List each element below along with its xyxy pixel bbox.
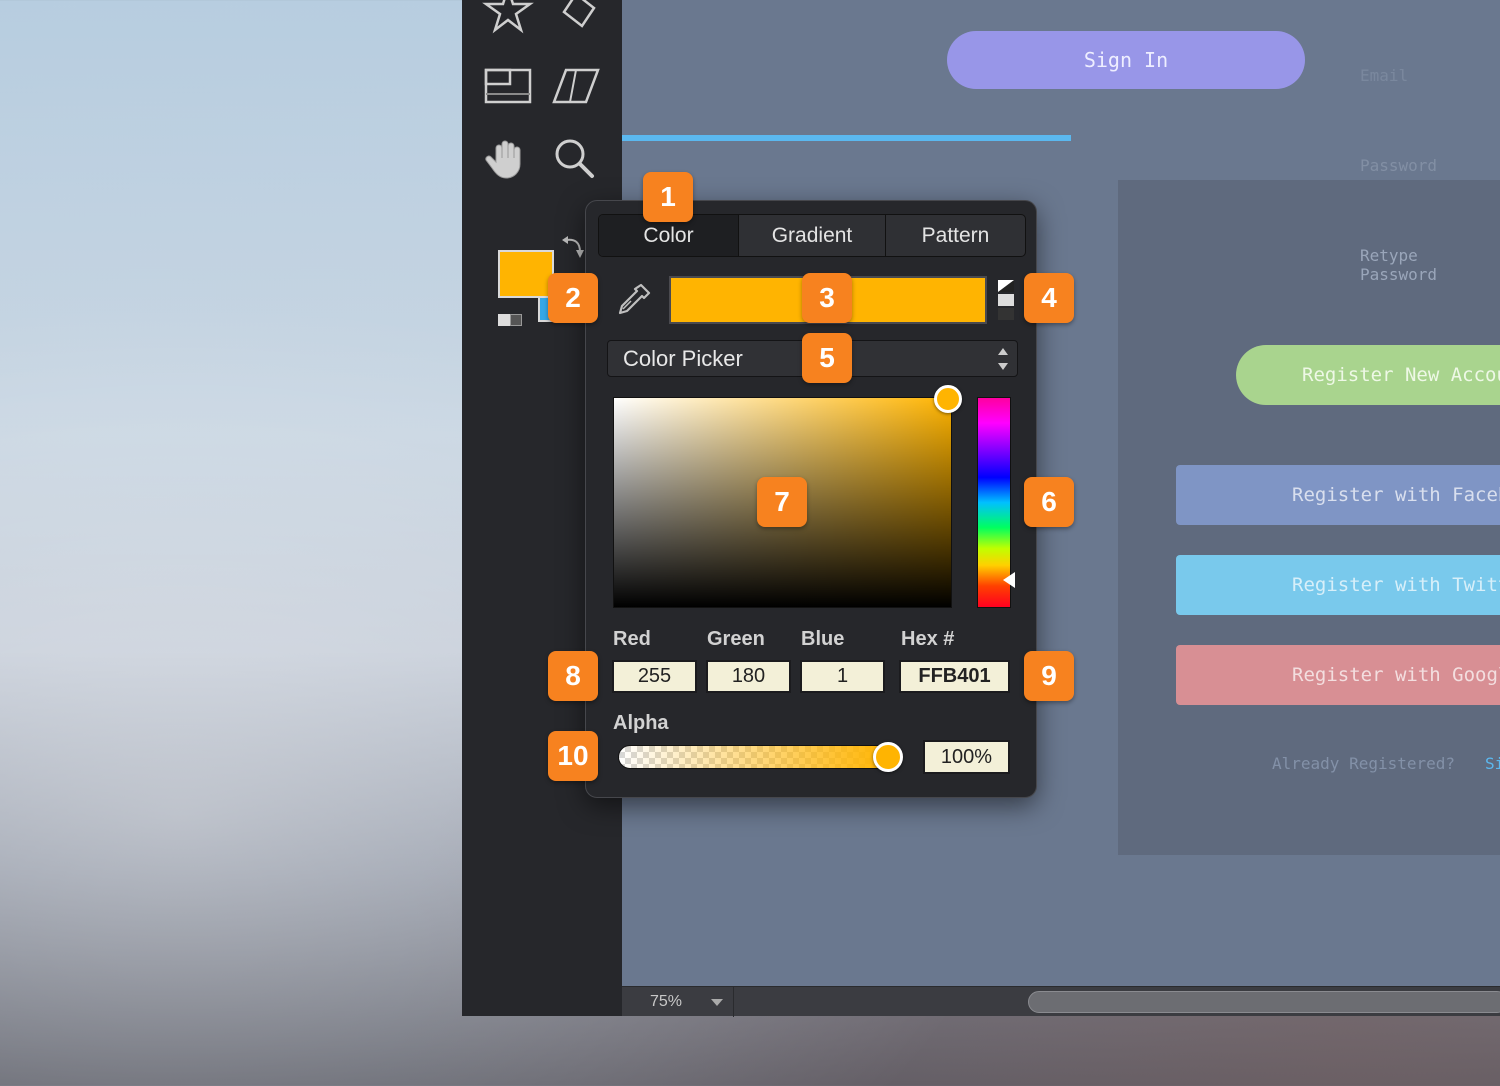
picker-mode-value: Color Picker xyxy=(623,346,743,371)
tab-pattern[interactable]: Pattern xyxy=(886,215,1025,256)
register-new-account-button[interactable]: Register New Account xyxy=(1236,345,1500,405)
frame-tool-icon[interactable] xyxy=(482,60,534,112)
callout-1: 1 xyxy=(643,172,693,222)
zoom-value: 75% xyxy=(650,993,683,1010)
already-registered-text: Already Registered? xyxy=(1272,754,1456,773)
status-bar: 75% xyxy=(622,986,1500,1017)
star-tool-icon[interactable] xyxy=(482,0,534,36)
callout-5: 5 xyxy=(802,333,852,383)
green-label: Green xyxy=(707,628,765,650)
eyedropper-icon[interactable] xyxy=(613,281,653,321)
blue-input[interactable]: 1 xyxy=(800,660,885,693)
callout-10: 10 xyxy=(548,731,598,781)
callout-8: 8 xyxy=(548,651,598,701)
red-label: Red xyxy=(613,628,651,650)
alpha-input[interactable]: 100% xyxy=(923,740,1010,774)
callout-7: 7 xyxy=(757,477,807,527)
alpha-slider-handle[interactable] xyxy=(873,742,903,772)
zoom-tool-icon[interactable] xyxy=(548,132,600,184)
signin-button[interactable]: Sign In xyxy=(947,31,1305,89)
foreground-color-swatch[interactable] xyxy=(498,250,554,298)
tab-gradient[interactable]: Gradient xyxy=(739,215,886,256)
password-field[interactable]: Password xyxy=(1360,156,1437,175)
blue-label: Blue xyxy=(801,628,845,650)
email-field[interactable]: Email xyxy=(1360,66,1408,85)
updown-chevron-icon xyxy=(998,348,1008,370)
transform-tool-icon[interactable] xyxy=(550,60,602,112)
callout-2: 2 xyxy=(548,273,598,323)
red-input[interactable]: 255 xyxy=(612,660,697,693)
reset-colors-icon[interactable] xyxy=(498,314,522,326)
register-twitter-button[interactable]: Register with Twitter xyxy=(1176,555,1500,615)
hex-input[interactable]: FFB401 xyxy=(899,660,1010,693)
callout-4: 4 xyxy=(1024,273,1074,323)
zoom-select[interactable]: 75% xyxy=(622,987,734,1017)
register-google-button[interactable]: Register with Google xyxy=(1176,645,1500,705)
selection-guide-line xyxy=(622,135,1071,141)
register-facebook-button[interactable]: Register with Facebook xyxy=(1176,465,1500,525)
polygon-tool-icon[interactable] xyxy=(550,0,602,36)
alpha-label: Alpha xyxy=(613,712,669,734)
callout-6: 6 xyxy=(1024,477,1074,527)
hue-slider-handle[interactable] xyxy=(1003,572,1015,588)
retype-password-field[interactable]: Retype Password xyxy=(1360,246,1500,284)
swatch-mode-icon[interactable] xyxy=(997,279,1015,321)
alpha-slider[interactable] xyxy=(618,745,890,769)
swap-colors-icon[interactable] xyxy=(560,234,586,260)
hand-tool-icon[interactable] xyxy=(482,132,534,184)
green-input[interactable]: 180 xyxy=(706,660,791,693)
callout-9: 9 xyxy=(1024,651,1074,701)
horizontal-scrollbar[interactable] xyxy=(1028,991,1500,1013)
callout-3: 3 xyxy=(802,273,852,323)
chevron-down-icon xyxy=(711,999,723,1006)
signin-link[interactable]: Sign In xyxy=(1485,754,1500,773)
saturation-brightness-handle[interactable] xyxy=(934,385,962,413)
hex-label: Hex # xyxy=(901,628,955,650)
already-registered-row: Already Registered? Sign In xyxy=(1272,754,1500,773)
